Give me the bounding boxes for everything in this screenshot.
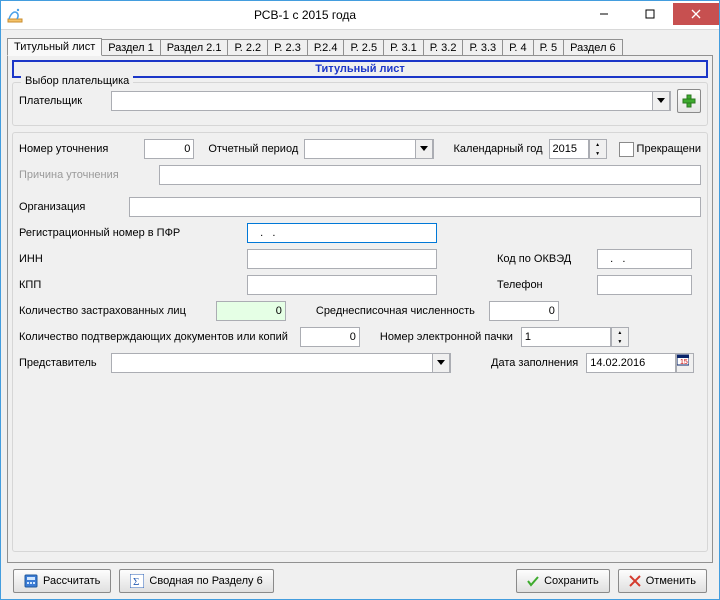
insured-count-input[interactable] [216, 301, 286, 321]
maximize-button[interactable] [627, 3, 673, 25]
avg-headcount-label: Среднесписочная численность [316, 305, 475, 317]
summary-section6-button[interactable]: Σ Сводная по Разделу 6 [119, 569, 273, 593]
correction-reason-input [159, 165, 701, 185]
tab-section-2-1[interactable]: Раздел 2.1 [160, 39, 229, 56]
payer-group: Выбор плательщика Плательщик [12, 82, 708, 126]
tab-section-4[interactable]: Р. 4 [502, 39, 534, 56]
cancel-label: Отменить [646, 575, 696, 587]
kpp-input[interactable] [247, 275, 437, 295]
kpp-label: КПП [19, 279, 247, 291]
footer: Рассчитать Σ Сводная по Разделу 6 Сохран… [7, 563, 713, 599]
svg-text:Σ: Σ [133, 576, 139, 588]
okved-input[interactable] [597, 249, 692, 269]
organization-input[interactable] [129, 197, 701, 217]
epack-number-label: Номер электронной пачки [380, 331, 513, 343]
window: РСВ-1 с 2015 года Титульный лист Раздел … [0, 0, 720, 600]
year-spinner[interactable]: ▲▼ [589, 139, 607, 159]
tab-section-3-3[interactable]: Р. 3.3 [462, 39, 503, 56]
fill-date-input[interactable] [586, 353, 676, 373]
tab-section-3-2[interactable]: Р. 3.2 [423, 39, 464, 56]
representative-dropdown[interactable] [111, 353, 451, 373]
content-area: Титульный лист Раздел 1 Раздел 2.1 Р. 2.… [1, 30, 719, 599]
tab-title-page[interactable]: Титульный лист [7, 38, 102, 56]
correction-number-label: Номер уточнения [19, 143, 108, 155]
supporting-docs-label: Количество подтверждающих документов или… [19, 331, 288, 343]
tab-section-1[interactable]: Раздел 1 [101, 39, 161, 56]
supporting-docs-input[interactable] [300, 327, 360, 347]
fill-date-label: Дата заполнения [491, 357, 578, 369]
titlebar: РСВ-1 с 2015 года [1, 1, 719, 30]
calculate-button[interactable]: Рассчитать [13, 569, 111, 593]
tab-section-6[interactable]: Раздел 6 [563, 39, 623, 56]
reg-number-pfr-input[interactable] [247, 223, 437, 243]
tab-section-2-2[interactable]: Р. 2.2 [227, 39, 268, 56]
epack-number-input[interactable] [521, 327, 611, 347]
phone-input[interactable] [597, 275, 692, 295]
correction-number-input[interactable] [144, 139, 194, 159]
terminated-checkbox[interactable]: Прекращени [619, 142, 701, 157]
chevron-down-icon [652, 91, 670, 111]
insured-count-label: Количество застрахованных лиц [19, 305, 186, 317]
reg-number-pfr-label: Регистрационный номер в ПФР [19, 227, 247, 239]
tab-section-2-5[interactable]: Р. 2.5 [343, 39, 384, 56]
save-button[interactable]: Сохранить [516, 569, 610, 593]
chevron-down-icon [415, 139, 433, 159]
representative-label: Представитель [19, 357, 111, 369]
okved-label: Код по ОКВЭД [497, 253, 597, 265]
calendar-icon: 15 [677, 354, 689, 366]
save-label: Сохранить [544, 575, 599, 587]
chevron-down-icon [432, 353, 450, 373]
payer-label: Плательщик [19, 95, 111, 107]
calculator-icon [24, 574, 38, 588]
epack-spinner[interactable]: ▲▼ [611, 327, 629, 347]
check-icon [527, 575, 539, 587]
main-group: Номер уточнения Отчетный период Календар… [12, 132, 708, 552]
summary6-label: Сводная по Разделу 6 [149, 575, 262, 587]
cross-icon [629, 575, 641, 587]
organization-label: Организация [19, 201, 129, 213]
minimize-button[interactable] [581, 3, 627, 25]
payer-group-title: Выбор плательщика [21, 75, 133, 87]
report-period-dropdown[interactable] [304, 139, 433, 159]
window-title: РСВ-1 с 2015 года [29, 8, 581, 22]
close-button[interactable] [673, 3, 719, 25]
avg-headcount-input[interactable] [489, 301, 559, 321]
tab-body: Титульный лист Выбор плательщика Платель… [7, 55, 713, 563]
window-controls [581, 5, 719, 25]
tab-section-5[interactable]: Р. 5 [533, 39, 565, 56]
tab-section-2-4[interactable]: Р.2.4 [307, 39, 345, 56]
app-icon [7, 7, 23, 23]
inn-label: ИНН [19, 253, 247, 265]
cancel-button[interactable]: Отменить [618, 569, 707, 593]
calculate-label: Рассчитать [43, 575, 100, 587]
calendar-button[interactable]: 15 [676, 353, 694, 373]
correction-reason-label: Причина уточнения [19, 169, 159, 181]
sigma-icon: Σ [130, 574, 144, 588]
phone-label: Телефон [497, 279, 597, 291]
tabs: Титульный лист Раздел 1 Раздел 2.1 Р. 2.… [7, 36, 713, 56]
inn-input[interactable] [247, 249, 437, 269]
calendar-year-label: Календарный год [454, 143, 543, 155]
calendar-year-input[interactable] [549, 139, 589, 159]
svg-text:15: 15 [680, 359, 688, 366]
plus-icon [682, 94, 696, 108]
tab-section-3-1[interactable]: Р. 3.1 [383, 39, 424, 56]
add-payer-button[interactable] [677, 89, 701, 113]
report-period-label: Отчетный период [208, 143, 298, 155]
tab-section-2-3[interactable]: Р. 2.3 [267, 39, 308, 56]
payer-dropdown[interactable] [111, 91, 671, 111]
